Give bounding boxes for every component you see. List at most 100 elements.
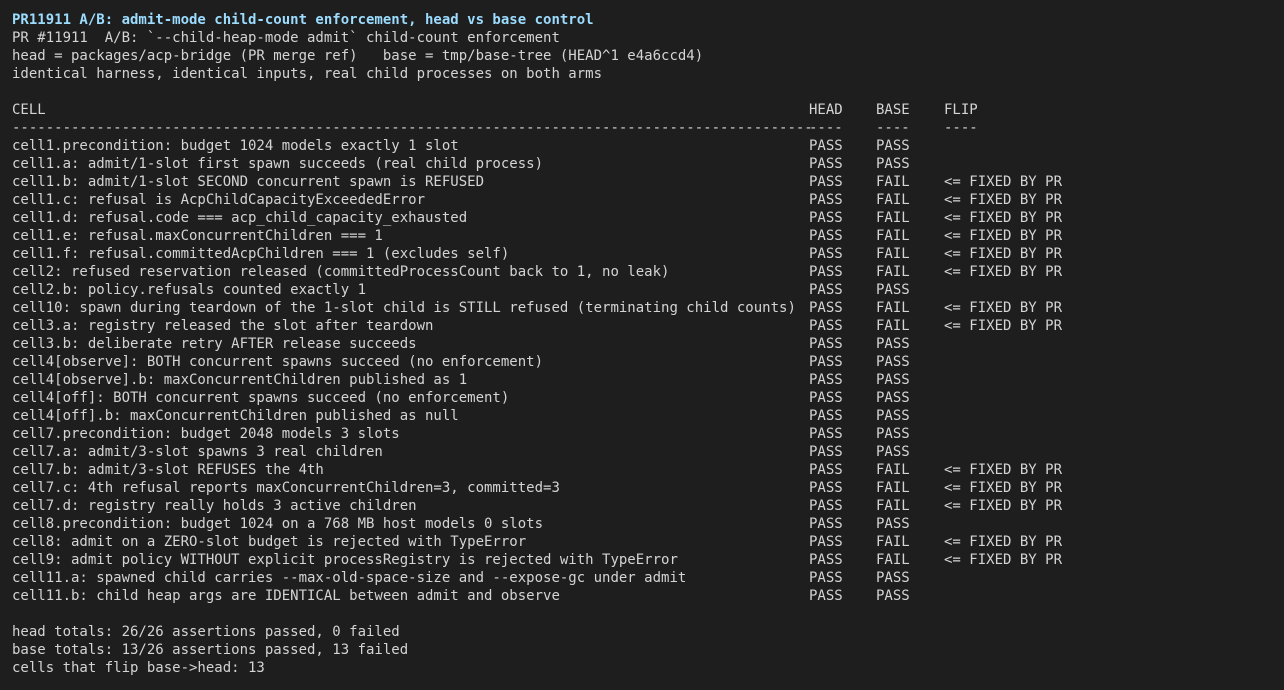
- row-base-result: FAIL: [876, 300, 910, 316]
- report-description: identical harness, identical inputs, rea…: [12, 66, 603, 82]
- row-head-result: PASS: [809, 228, 843, 244]
- table-row: cell7.d: registry really holds 3 active …: [12, 497, 1272, 515]
- row-flip-note: <= FIXED BY PR: [944, 246, 1063, 262]
- table-row: cell1.precondition: budget 1024 models e…: [12, 137, 1272, 155]
- row-base-result: PASS: [876, 570, 910, 586]
- table-row: cell4[off].b: maxConcurrentChildren publ…: [12, 407, 1272, 425]
- row-head-result: PASS: [809, 138, 843, 154]
- table-row: cell4[observe].b: maxConcurrentChildren …: [12, 371, 1272, 389]
- row-head-result: PASS: [809, 156, 843, 172]
- row-base-result: FAIL: [876, 264, 910, 280]
- row-base-result: PASS: [876, 390, 910, 406]
- row-cell-label: cell11.b: child heap args are IDENTICAL …: [12, 588, 560, 604]
- row-cell-label: cell1.a: admit/1-slot first spawn succee…: [12, 156, 544, 172]
- row-base-result: FAIL: [876, 192, 910, 208]
- row-flip-note: <= FIXED BY PR: [944, 264, 1063, 280]
- table-row: cell8.precondition: budget 1024 on a 768…: [12, 515, 1272, 533]
- row-cell-label: cell8: admit on a ZERO-slot budget is re…: [12, 534, 527, 550]
- table-row: cell4[off]: BOTH concurrent spawns succe…: [12, 389, 1272, 407]
- row-head-result: PASS: [809, 426, 843, 442]
- row-cell-label: cell3.a: registry released the slot afte…: [12, 318, 434, 334]
- row-cell-label: cell11.a: spawned child carries --max-ol…: [12, 570, 687, 586]
- row-base-result: PASS: [876, 156, 910, 172]
- row-base-result: FAIL: [876, 318, 910, 334]
- row-flip-note: <= FIXED BY PR: [944, 300, 1063, 316]
- row-cell-label: cell4[observe].b: maxConcurrentChildren …: [12, 372, 468, 388]
- row-flip-note: <= FIXED BY PR: [944, 318, 1063, 334]
- terminal-output: PR11911 A/B: admit-mode child-count enfo…: [0, 0, 1272, 679]
- row-base-result: FAIL: [876, 534, 910, 550]
- row-cell-label: cell7.b: admit/3-slot REFUSES the 4th: [12, 462, 324, 478]
- table-row: cell10: spawn during teardown of the 1-s…: [12, 299, 1272, 317]
- row-flip-note: <= FIXED BY PR: [944, 552, 1063, 568]
- row-cell-label: cell4[observe]: BOTH concurrent spawns s…: [12, 354, 544, 370]
- head-totals: head totals: 26/26 assertions passed, 0 …: [12, 624, 400, 640]
- row-head-result: PASS: [809, 588, 843, 604]
- row-base-result: PASS: [876, 408, 910, 424]
- separator-cell: ----------------------------------------…: [12, 120, 813, 136]
- table-row: cell11.b: child heap args are IDENTICAL …: [12, 587, 1272, 605]
- row-head-result: PASS: [809, 210, 843, 226]
- row-base-result: FAIL: [876, 480, 910, 496]
- row-head-result: PASS: [809, 174, 843, 190]
- row-cell-label: cell3.b: deliberate retry AFTER release …: [12, 336, 417, 352]
- row-flip-note: <= FIXED BY PR: [944, 174, 1063, 190]
- row-flip-note: <= FIXED BY PR: [944, 480, 1063, 496]
- base-totals: base totals: 13/26 assertions passed, 13…: [12, 642, 409, 658]
- separator-base: ----: [876, 120, 910, 136]
- column-header-base: BASE: [876, 102, 910, 118]
- row-base-result: FAIL: [876, 498, 910, 514]
- column-header-flip: FLIP: [944, 102, 978, 118]
- row-cell-label: cell1.b: admit/1-slot SECOND concurrent …: [12, 174, 485, 190]
- row-cell-label: cell2: refused reservation released (com…: [12, 264, 670, 280]
- row-cell-label: cell4[off]: BOTH concurrent spawns succe…: [12, 390, 510, 406]
- row-head-result: PASS: [809, 318, 843, 334]
- row-cell-label: cell1.precondition: budget 1024 models e…: [12, 138, 459, 154]
- table-row: cell1.d: refusal.code === acp_child_capa…: [12, 209, 1272, 227]
- row-base-result: PASS: [876, 372, 910, 388]
- row-cell-label: cell7.d: registry really holds 3 active …: [12, 498, 417, 514]
- row-head-result: PASS: [809, 444, 843, 460]
- row-flip-note: <= FIXED BY PR: [944, 192, 1063, 208]
- table-row: cell7.precondition: budget 2048 models 3…: [12, 425, 1272, 443]
- row-head-result: PASS: [809, 462, 843, 478]
- table-row: cell7.b: admit/3-slot REFUSES the 4th PAS…: [12, 461, 1272, 479]
- table-row: cell1.c: refusal is AcpChildCapacityExce…: [12, 191, 1272, 209]
- row-flip-note: <= FIXED BY PR: [944, 228, 1063, 244]
- row-base-result: PASS: [876, 354, 910, 370]
- report-subtitle: PR #11911 A/B: `--child-heap-mode admit`…: [12, 30, 560, 46]
- table-row: cell3.b: deliberate retry AFTER release …: [12, 335, 1272, 353]
- row-base-result: PASS: [876, 336, 910, 352]
- row-base-result: PASS: [876, 282, 910, 298]
- column-header-head: HEAD: [809, 102, 843, 118]
- row-cell-label: cell7.precondition: budget 2048 models 3…: [12, 426, 400, 442]
- row-cell-label: cell1.f: refusal.committedAcpChildren ==…: [12, 246, 510, 262]
- row-cell-label: cell4[off].b: maxConcurrentChildren publ…: [12, 408, 459, 424]
- row-cell-label: cell1.d: refusal.code === acp_child_capa…: [12, 210, 468, 226]
- table-row: cell1.f: refusal.committedAcpChildren ==…: [12, 245, 1272, 263]
- separator-flip: ----: [944, 120, 978, 136]
- row-head-result: PASS: [809, 498, 843, 514]
- table-row: cell1.a: admit/1-slot first spawn succee…: [12, 155, 1272, 173]
- row-head-result: PASS: [809, 192, 843, 208]
- row-cell-label: cell7.c: 4th refusal reports maxConcurre…: [12, 480, 560, 496]
- row-cell-label: cell9: admit policy WITHOUT explicit pro…: [12, 552, 678, 568]
- table-row: cell8: admit on a ZERO-slot budget is re…: [12, 533, 1272, 551]
- result-rows: cell1.precondition: budget 1024 models e…: [12, 137, 1272, 605]
- row-head-result: PASS: [809, 516, 843, 532]
- row-head-result: PASS: [809, 372, 843, 388]
- row-head-result: PASS: [809, 246, 843, 262]
- row-base-result: FAIL: [876, 462, 910, 478]
- table-row: cell1.b: admit/1-slot SECOND concurrent …: [12, 173, 1272, 191]
- row-flip-note: <= FIXED BY PR: [944, 462, 1063, 478]
- flip-count: cells that flip base->head: 13: [12, 660, 265, 676]
- table-row: cell1.e: refusal.maxConcurrentChildren =…: [12, 227, 1272, 245]
- row-base-result: FAIL: [876, 210, 910, 226]
- row-cell-label: cell2.b: policy.refusals counted exactly…: [12, 282, 367, 298]
- separator-head: ----: [809, 120, 843, 136]
- row-head-result: PASS: [809, 336, 843, 352]
- row-cell-label: cell7.a: admit/3-slot spawns 3 real chil…: [12, 444, 383, 460]
- row-cell-label: cell8.precondition: budget 1024 on a 768…: [12, 516, 544, 532]
